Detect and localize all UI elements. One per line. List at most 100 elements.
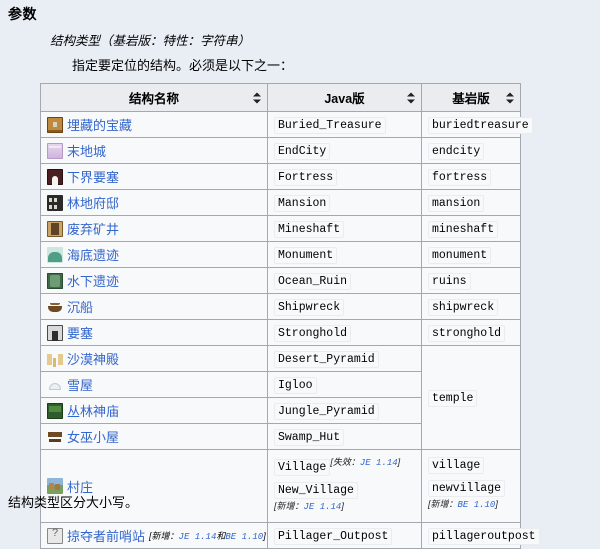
bedrock-structure-id: newvillage bbox=[428, 480, 506, 498]
column-header-bedrock-edition[interactable]: 基岩版 bbox=[421, 83, 521, 112]
structure-link[interactable]: 掠夺者前哨站 bbox=[67, 526, 145, 545]
bedrock-structure-id: stronghold bbox=[428, 325, 506, 342]
igloo-icon bbox=[47, 377, 63, 393]
jungle-pyramid-icon bbox=[47, 402, 63, 419]
table-row: 水下遗迹 Ocean_Ruin ruins bbox=[40, 267, 521, 294]
column-header-label: 基岩版 bbox=[452, 92, 490, 106]
structure-name-cell: 掠夺者前哨站 [新增：JE 1.14和BE 1.10] bbox=[40, 522, 268, 549]
version-link[interactable]: JE 1.14 bbox=[179, 532, 217, 542]
bedrock-id-cell: shipwreck bbox=[421, 293, 521, 320]
java-id-cell: Desert_Pyramid bbox=[267, 345, 422, 372]
table-row: 埋藏的宝藏 Buried_Treasure buriedtreasure bbox=[40, 111, 533, 138]
version-note: [新增：JE 1.14和BE 1.10] bbox=[149, 531, 266, 543]
structure-link[interactable]: 埋藏的宝藏 bbox=[67, 115, 132, 134]
structure-name-cell: 要塞 bbox=[40, 319, 268, 346]
bedrock-structure-id: shipwreck bbox=[428, 299, 499, 316]
bedrock-structure-id: fortress bbox=[428, 169, 492, 186]
structure-link[interactable]: 林地府邸 bbox=[67, 193, 119, 212]
java-structure-id: Monument bbox=[274, 247, 338, 264]
table-row-pillager-outpost: 掠夺者前哨站 [新增：JE 1.14和BE 1.10] Pillager_Outp… bbox=[40, 522, 540, 549]
java-id-cell: Swamp_Hut bbox=[267, 423, 422, 450]
java-structure-id: Igloo bbox=[274, 377, 317, 394]
java-structure-id: Jungle_Pyramid bbox=[274, 403, 379, 420]
ocean-ruin-icon bbox=[47, 272, 63, 289]
bedrock-structure-id: monument bbox=[428, 247, 492, 264]
java-structure-id: Swamp_Hut bbox=[274, 429, 345, 446]
structure-name-cell: 女巫小屋 bbox=[40, 423, 268, 450]
bedrock-id-cell: mansion bbox=[421, 189, 521, 216]
table-row: 海底遗迹 Monument monument bbox=[40, 241, 521, 268]
bedrock-id-cell-village: village newvillage[新增：BE 1.10] bbox=[421, 448, 521, 524]
bedrock-structure-id: buriedtreasure bbox=[428, 117, 533, 134]
desert-pyramid-icon bbox=[47, 351, 63, 367]
bedrock-id-cell: ruins bbox=[421, 267, 521, 294]
structure-link[interactable]: 海底遗迹 bbox=[67, 245, 119, 264]
structure-name-cell: 埋藏的宝藏 bbox=[40, 111, 268, 138]
java-structure-id: Stronghold bbox=[274, 325, 352, 342]
java-id-cell-village: Village [失效：JE 1.14] New_Village[新增：JE 1.… bbox=[267, 448, 422, 524]
structure-link[interactable]: 下界要塞 bbox=[67, 167, 119, 186]
structure-link[interactable]: 废弃矿井 bbox=[67, 219, 119, 238]
java-id-cell: Shipwreck bbox=[267, 293, 422, 320]
java-structure-id: Mansion bbox=[274, 195, 331, 212]
wiki-page-content: 参数 结构类型（基岩版：特性：字符串） 指定要定位的结构。必须是以下之一： 结构… bbox=[0, 0, 600, 549]
java-id-cell: Buried_Treasure bbox=[267, 111, 422, 138]
shipwreck-icon bbox=[47, 299, 63, 315]
structure-link[interactable]: 女巫小屋 bbox=[67, 427, 119, 446]
java-structure-id: EndCity bbox=[274, 143, 331, 160]
structure-name-cell: 雪屋 bbox=[40, 371, 268, 398]
bedrock-id-cell: stronghold bbox=[421, 319, 521, 346]
pillager-outpost-icon bbox=[47, 527, 63, 544]
bedrock-structure-id: temple bbox=[428, 390, 478, 407]
structure-link[interactable]: 沉船 bbox=[67, 297, 93, 316]
version-note-label: 新增： bbox=[151, 531, 179, 542]
woodland-mansion-icon bbox=[47, 194, 63, 211]
structure-link[interactable]: 水下遗迹 bbox=[67, 271, 119, 290]
java-structure-id: Fortress bbox=[274, 169, 338, 186]
structure-link[interactable]: 要塞 bbox=[67, 323, 93, 342]
column-header-java-edition[interactable]: Java版 bbox=[267, 83, 422, 112]
sort-arrows-icon[interactable] bbox=[253, 92, 262, 103]
parameter-signature: 结构类型（基岩版：特性：字符串） bbox=[50, 34, 251, 48]
stronghold-icon bbox=[47, 324, 63, 341]
version-link[interactable]: BE 1.10 bbox=[225, 532, 263, 542]
version-link[interactable]: BE 1.10 bbox=[458, 500, 496, 510]
bedrock-id-cell-temple-merged: temple bbox=[421, 345, 521, 450]
version-link[interactable]: JE 1.14 bbox=[360, 458, 398, 468]
sort-arrows-icon[interactable] bbox=[407, 92, 416, 103]
structure-link[interactable]: 丛林神庙 bbox=[67, 401, 119, 420]
java-id-cell: Igloo bbox=[267, 371, 422, 398]
structure-types-table: 结构名称 Java版 基岩版 埋藏的宝藏 Buried_Treasure bur… bbox=[40, 83, 540, 549]
structure-link[interactable]: 沙漠神殿 bbox=[67, 349, 119, 368]
java-structure-id: Mineshaft bbox=[274, 221, 345, 238]
java-structure-id: Ocean_Ruin bbox=[274, 273, 352, 290]
bedrock-id-cell: pillageroutpost bbox=[421, 522, 540, 549]
version-note-label: 新增： bbox=[276, 501, 304, 512]
java-id-cell: Jungle_Pyramid bbox=[267, 397, 422, 424]
java-structure-id: Village bbox=[274, 459, 331, 477]
page-section-heading: 参数 bbox=[8, 6, 37, 22]
version-note-label: 新增： bbox=[430, 499, 458, 510]
column-header-label: 结构名称 bbox=[128, 92, 179, 106]
structure-link[interactable]: 雪屋 bbox=[67, 375, 93, 394]
bedrock-structure-id: village bbox=[428, 457, 485, 475]
ocean-monument-icon bbox=[47, 246, 63, 263]
java-structure-id: Buried_Treasure bbox=[274, 117, 386, 134]
structure-link[interactable]: 末地城 bbox=[67, 141, 106, 160]
mineshaft-icon bbox=[47, 220, 63, 237]
bedrock-structure-id: ruins bbox=[428, 273, 471, 290]
structure-name-cell: 丛林神庙 bbox=[40, 397, 268, 424]
end-city-icon bbox=[47, 142, 63, 159]
sort-arrows-icon[interactable] bbox=[506, 92, 515, 103]
java-structure-id: New_Village bbox=[274, 482, 358, 500]
version-note: [新增：BE 1.10] bbox=[428, 499, 498, 511]
column-header-structure-name[interactable]: 结构名称 bbox=[40, 83, 268, 112]
table-row: 废弃矿井 Mineshaft mineshaft bbox=[40, 215, 521, 242]
bedrock-id-cell: endcity bbox=[421, 137, 521, 164]
buried-treasure-icon bbox=[47, 116, 63, 133]
structure-name-cell: 沙漠神殿 bbox=[40, 345, 268, 372]
java-id-cell: Mineshaft bbox=[267, 215, 422, 242]
column-header-label: Java版 bbox=[324, 92, 365, 106]
version-note-conjunction: 和 bbox=[216, 531, 226, 542]
table-row: 林地府邸 Mansion mansion bbox=[40, 189, 521, 216]
